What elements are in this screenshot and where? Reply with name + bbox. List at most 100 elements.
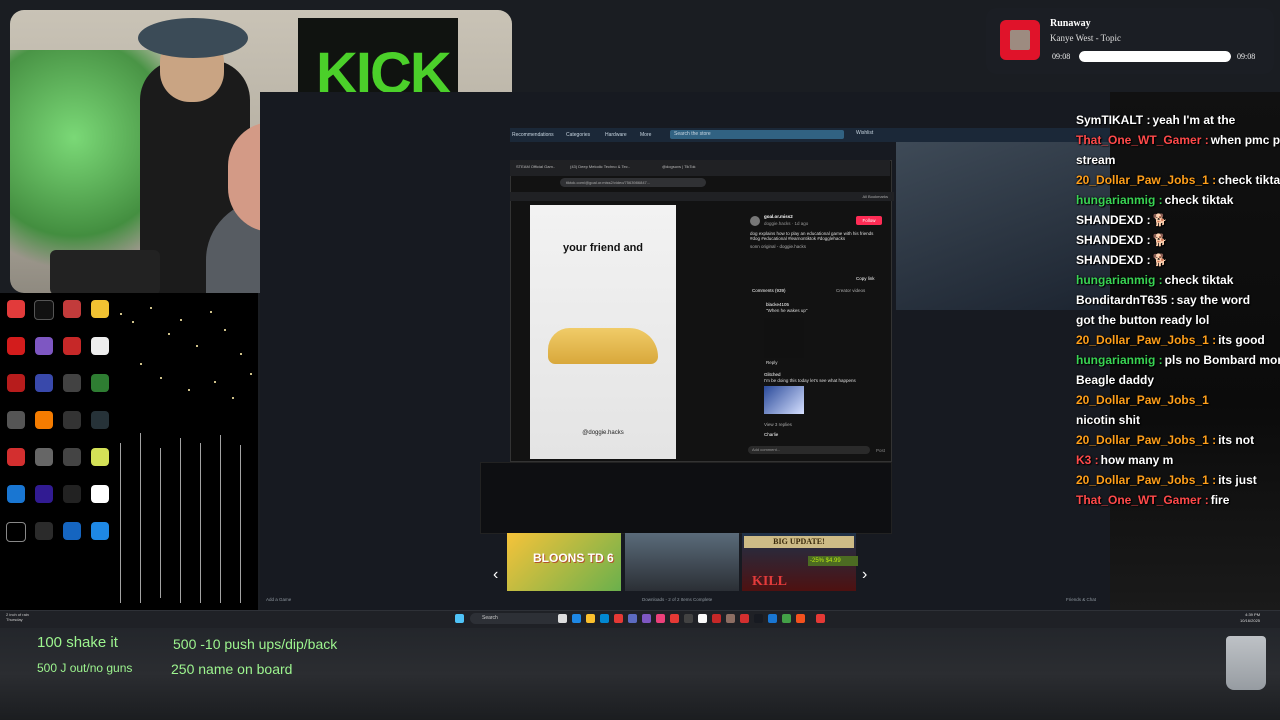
- store-search-input[interactable]: Search the store: [670, 130, 844, 139]
- game-tile-warriors[interactable]: [625, 533, 739, 591]
- reply-link[interactable]: Reply: [766, 360, 778, 365]
- post-button[interactable]: Post: [876, 448, 885, 453]
- desktop-icon[interactable]: [30, 411, 58, 448]
- stream-chat-overlay: SymTIKALT : yeah I'm at the That_One_WT_Ga…: [1076, 110, 1280, 510]
- desktop-icon[interactable]: [86, 300, 114, 337]
- taskview-icon[interactable]: [558, 614, 567, 623]
- app-icon[interactable]: [698, 614, 707, 623]
- carousel-prev-icon[interactable]: ‹: [493, 566, 498, 584]
- chat-message: 20_Dollar_Paw_Jobs_1 : its just: [1076, 470, 1280, 490]
- chat-text: got the button ready lol: [1076, 313, 1210, 327]
- app-icon[interactable]: [816, 614, 825, 623]
- copy-link-button[interactable]: Copy link: [856, 276, 875, 281]
- weather-widget[interactable]: 2 inch of rain Thursday: [6, 612, 29, 622]
- tab-tiktok[interactable]: @dogsuvs | TikTok: [662, 164, 696, 169]
- taskbar-search[interactable]: Search: [470, 613, 562, 624]
- desktop-icon[interactable]: [30, 337, 58, 374]
- chat-username: That_One_WT_Gamer :: [1076, 493, 1209, 507]
- chat-text: yeah I'm at the: [1152, 113, 1236, 127]
- app-icon[interactable]: [726, 614, 735, 623]
- desktop-icon[interactable]: [58, 337, 86, 374]
- app-icon[interactable]: [642, 614, 651, 623]
- video-handle: @doggie.hacks: [582, 430, 624, 436]
- author-name[interactable]: goal.or.miss2: [764, 214, 793, 219]
- app-icon[interactable]: [628, 614, 637, 623]
- desktop-icon[interactable]: [86, 522, 114, 559]
- sound-name[interactable]: sonn original - doggie.hacks: [750, 244, 806, 249]
- edge-icon[interactable]: [572, 614, 581, 623]
- desktop-icon[interactable]: [2, 337, 30, 374]
- desktop-icon[interactable]: [86, 448, 114, 485]
- comment-input[interactable]: Add comment...: [748, 446, 870, 454]
- comment-user[interactable]: blacke4105: [766, 302, 789, 307]
- app-icon[interactable]: [670, 614, 679, 623]
- add-game-button[interactable]: Add a Game: [266, 597, 291, 602]
- app-icon[interactable]: [656, 614, 665, 623]
- desktop-icon[interactable]: [86, 374, 114, 411]
- desktop-icons: [2, 300, 114, 559]
- desktop-icon[interactable]: [58, 448, 86, 485]
- chat-message: got the button ready lol: [1076, 310, 1280, 330]
- desktop-icon[interactable]: [30, 300, 58, 337]
- chat-text: when pmc pi: [1210, 133, 1280, 147]
- view-replies[interactable]: View 3 replies: [764, 422, 792, 427]
- app-icon[interactable]: [782, 614, 791, 623]
- game-tile-bloons[interactable]: BLOONS TD 6: [507, 533, 621, 591]
- desktop-icon[interactable]: [58, 411, 86, 448]
- all-bookmarks[interactable]: All Bookmarks: [862, 192, 888, 201]
- desktop-icon[interactable]: [2, 448, 30, 485]
- desktop-icon[interactable]: [58, 522, 86, 559]
- desktop-icon[interactable]: [2, 485, 30, 522]
- chrome-icon[interactable]: [796, 614, 805, 623]
- wishlist-link[interactable]: Wishlist: [856, 130, 873, 136]
- goal-3: 500 J out/no guns: [37, 661, 133, 675]
- steam-title-bar: [510, 92, 1110, 106]
- chat-message: SymTIKALT : yeah I'm at the: [1076, 110, 1280, 130]
- track-title: Runaway: [1050, 18, 1091, 29]
- steam-icon[interactable]: [754, 614, 763, 623]
- desktop-icon[interactable]: [86, 337, 114, 374]
- sale-banner: BIG UPDATE!: [744, 536, 854, 548]
- author-avatar[interactable]: [750, 216, 760, 226]
- friends-chat-button[interactable]: Friends & Chat: [1066, 597, 1096, 602]
- desktop-icon[interactable]: [30, 374, 58, 411]
- app-icon[interactable]: [712, 614, 721, 623]
- comment-user[interactable]: Glitched: [764, 372, 781, 377]
- downloads-status[interactable]: Downloads - 2 of 2 Items Complete: [642, 597, 712, 602]
- nav-more[interactable]: More: [640, 132, 651, 138]
- app-icon[interactable]: [684, 614, 693, 623]
- desktop-icon[interactable]: [58, 374, 86, 411]
- desktop-icon[interactable]: [2, 522, 30, 559]
- carousel-next-icon[interactable]: ›: [862, 566, 867, 584]
- start-icon[interactable]: [455, 614, 464, 623]
- desktop-icon[interactable]: [86, 485, 114, 522]
- app-icon[interactable]: [614, 614, 623, 623]
- tab-creator-videos[interactable]: Creator videos: [836, 288, 865, 293]
- tab-techno[interactable]: (43) Deep Melodic Techno & Tec..: [570, 164, 630, 169]
- address-bar[interactable]: tiktok.com/@goal.or.miss2/video/75639868…: [560, 178, 706, 187]
- chat-message: That_One_WT_Gamer : when pmc pi: [1076, 130, 1280, 150]
- desktop-icon[interactable]: [2, 374, 30, 411]
- comment-user[interactable]: Charlie: [764, 432, 778, 437]
- desktop-icon[interactable]: [30, 485, 58, 522]
- app-icon[interactable]: [740, 614, 749, 623]
- nav-hardware[interactable]: Hardware: [605, 132, 627, 138]
- desktop-icon[interactable]: [86, 411, 114, 448]
- nav-recommendations[interactable]: Recommendations: [512, 132, 554, 138]
- store-icon[interactable]: [600, 614, 609, 623]
- taskbar-clock[interactable]: 4:39 PM 10/16/2025: [1240, 612, 1260, 624]
- tab-steam[interactable]: STEAM Official Gam..: [516, 164, 555, 169]
- app-icon[interactable]: [768, 614, 777, 623]
- desktop-icon[interactable]: [2, 300, 30, 337]
- desktop-icon[interactable]: [30, 448, 58, 485]
- chat-text: how many m: [1100, 453, 1174, 467]
- desktop-icon[interactable]: [30, 522, 58, 559]
- desktop-icon[interactable]: [2, 411, 30, 448]
- nav-categories[interactable]: Categories: [566, 132, 590, 138]
- explorer-icon[interactable]: [586, 614, 595, 623]
- desktop-icon[interactable]: [58, 485, 86, 522]
- tab-comments[interactable]: Comments (939): [752, 288, 786, 293]
- comment-image: [764, 386, 804, 414]
- desktop-icon[interactable]: [58, 300, 86, 337]
- follow-button[interactable]: Follow: [856, 216, 882, 225]
